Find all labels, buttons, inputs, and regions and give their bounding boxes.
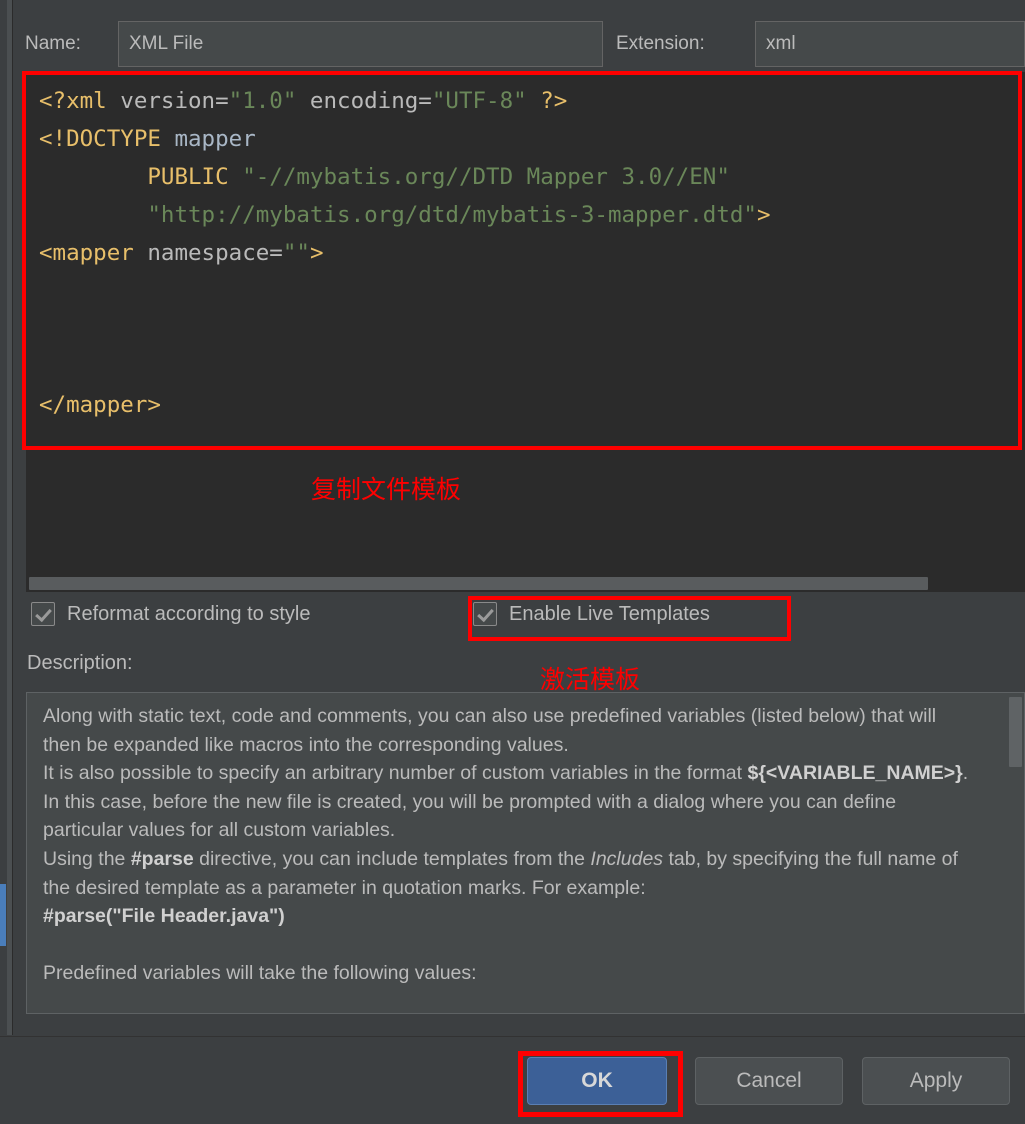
- annotation-box-ok-button: [518, 1051, 683, 1117]
- name-extension-row: Name: XML File Extension: xml: [13, 0, 1025, 70]
- description-scrollbar-thumb[interactable]: [1009, 697, 1022, 767]
- left-scrollbar-thumb[interactable]: [0, 884, 6, 946]
- checkbox-reformat-according-to-style[interactable]: Reformat according to style: [31, 602, 310, 626]
- description-spacer: [43, 931, 978, 960]
- annotation-box-editor: [22, 71, 1022, 450]
- extension-label: Extension:: [616, 33, 705, 54]
- description-paragraph: Along with static text, code and comment…: [43, 705, 937, 756]
- extension-input[interactable]: xml: [755, 21, 1025, 67]
- annotation-box-live-templates: [468, 596, 791, 641]
- checkbox-reformat-label: Reformat according to style: [67, 602, 311, 625]
- left-gutter-inner: [0, 0, 7, 1035]
- description-label: Description:: [27, 652, 133, 674]
- description-paragraph: It is also possible to specify an arbitr…: [43, 762, 969, 842]
- apply-button[interactable]: Apply: [862, 1057, 1010, 1105]
- name-label: Name:: [25, 33, 81, 54]
- description-text: Along with static text, code and comment…: [43, 702, 978, 988]
- left-gutter: [0, 0, 13, 1035]
- description-scrollbar-track[interactable]: [1007, 695, 1022, 1011]
- checkmark-icon[interactable]: [31, 602, 55, 626]
- editor-hscrollbar-thumb[interactable]: [29, 577, 928, 590]
- description-paragraph: Using the #parse directive, you can incl…: [43, 847, 958, 899]
- editor-hscrollbar-track[interactable]: [26, 575, 1025, 592]
- description-paragraph: Predefined variables will take the follo…: [43, 962, 477, 985]
- description-panel[interactable]: Along with static text, code and comment…: [26, 692, 1025, 1014]
- dialog-footer: OK Cancel Apply: [0, 1036, 1025, 1124]
- cancel-button[interactable]: Cancel: [695, 1057, 843, 1105]
- dialog-content: Name: XML File Extension: xml <?xml vers…: [13, 0, 1025, 1035]
- annotation-copy-file-template: 复制文件模板: [311, 475, 462, 504]
- name-input[interactable]: XML File: [118, 21, 603, 67]
- description-code-example: #parse("File Header.java"): [43, 905, 285, 928]
- create-file-template-dialog: Name: XML File Extension: xml <?xml vers…: [0, 0, 1025, 1124]
- annotation-activate-template: 激活模板: [540, 665, 641, 694]
